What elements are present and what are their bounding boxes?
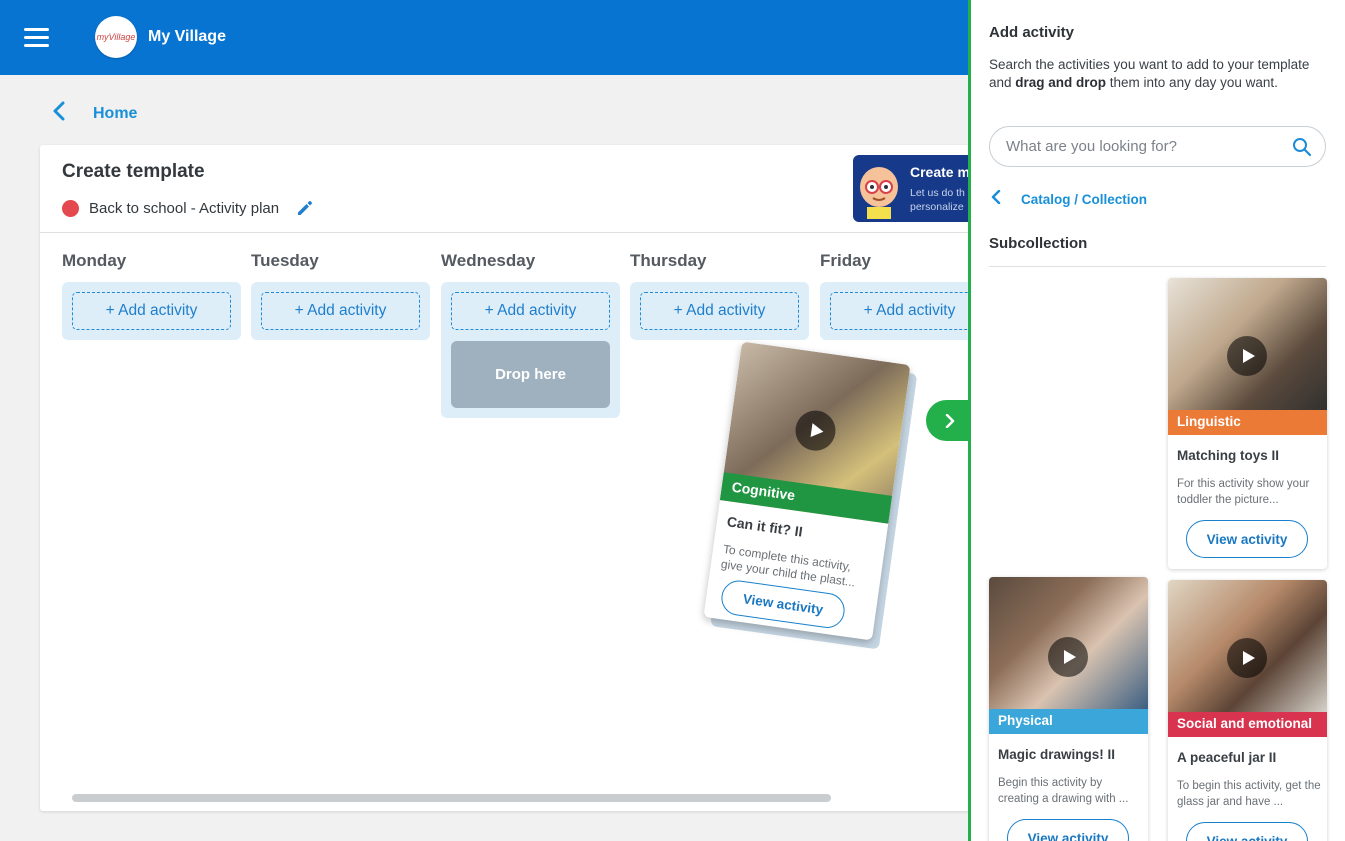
status-dot <box>62 199 79 217</box>
category-tag: Physical <box>989 709 1148 734</box>
add-activity-button[interactable]: + Add activity <box>640 292 799 330</box>
banner-subtitle-line1: Let us do th <box>910 187 965 199</box>
panel-title: Add activity <box>989 24 1075 41</box>
activity-description: To begin this activity, get the glass ja… <box>1177 780 1321 808</box>
chevron-right-icon <box>945 413 955 428</box>
day-heading-thursday: Thursday <box>630 251 707 270</box>
pencil-icon[interactable] <box>295 198 315 218</box>
search-input[interactable] <box>1006 138 1276 155</box>
activity-description: Begin this activity by creating a drawin… <box>998 777 1129 805</box>
view-activity-button[interactable]: View activity <box>1007 819 1129 841</box>
horizontal-scrollbar[interactable] <box>72 794 831 802</box>
drop-zone[interactable]: Drop here <box>451 341 610 408</box>
divider <box>40 232 980 233</box>
day-column-thursday: + Add activity <box>630 282 809 340</box>
top-app-bar: myVillage My Village <box>0 0 970 75</box>
baby-illustration <box>860 167 898 219</box>
view-activity-button[interactable]: View activity <box>1186 520 1308 558</box>
app-logo: myVillage <box>95 16 137 58</box>
back-label: Home <box>93 105 138 122</box>
divider <box>989 266 1326 267</box>
day-heading-wednesday: Wednesday <box>441 251 536 270</box>
banner-subtitle-line2: personalize <box>910 201 964 213</box>
banner-title: Create m <box>910 164 970 180</box>
add-activity-panel: Add activity Search the activities you w… <box>968 0 1345 841</box>
page-title: Create template <box>62 161 205 182</box>
day-heading-friday: Friday <box>820 251 872 270</box>
chevron-left-icon <box>991 189 1011 209</box>
search-box <box>989 126 1326 167</box>
activity-title: Matching toys II <box>1177 448 1280 463</box>
category-tag: Linguistic <box>1168 410 1327 435</box>
play-icon[interactable] <box>1227 638 1267 678</box>
plan-name-row: Back to school - Activity plan <box>62 198 315 218</box>
search-icon[interactable] <box>1292 137 1312 157</box>
activity-title: Magic drawings! II <box>998 747 1116 762</box>
chevron-left-icon <box>52 101 82 127</box>
back-home-link[interactable]: Home <box>52 101 137 127</box>
activity-card[interactable]: Linguistic Matching toys II For this act… <box>1168 278 1327 569</box>
day-column-friday: + Add activity <box>820 282 980 340</box>
view-activity-button[interactable]: View activity <box>1186 822 1308 841</box>
day-column-wednesday: + Add activity Drop here <box>441 282 620 418</box>
activity-card[interactable]: Social and emotional A peaceful jar II T… <box>1168 580 1327 841</box>
category-tag: Social and emotional <box>1168 712 1327 737</box>
activity-description: For this activity show your toddler the … <box>1177 478 1310 506</box>
panel-toggle-button[interactable] <box>926 400 970 441</box>
play-icon[interactable] <box>1048 637 1088 677</box>
breadcrumb-text: Catalog / Collection <box>1021 192 1148 207</box>
panel-description: Search the activities you want to add to… <box>989 56 1329 92</box>
day-heading-tuesday: Tuesday <box>251 251 319 270</box>
activity-title: Can it fit? II <box>725 513 804 540</box>
add-activity-button[interactable]: + Add activity <box>451 292 610 330</box>
activity-title: A peaceful jar II <box>1177 750 1277 765</box>
day-heading-monday: Monday <box>62 251 127 270</box>
breadcrumb[interactable]: Catalog / Collection <box>991 189 1148 209</box>
panel-description-bold: drag and drop <box>1015 75 1107 90</box>
subcollection-heading: Subcollection <box>989 235 1088 252</box>
add-activity-button[interactable]: + Add activity <box>72 292 231 330</box>
panel-description-part2: them into any day you want. <box>1106 75 1278 90</box>
app-title: My Village <box>148 28 226 45</box>
logo-text: myVillage <box>96 32 136 42</box>
play-icon[interactable] <box>1227 336 1267 376</box>
menu-icon[interactable] <box>24 28 49 48</box>
promo-banner[interactable]: Create m Let us do th personalize <box>853 155 980 222</box>
day-column-monday: + Add activity <box>62 282 241 340</box>
activity-card[interactable]: Physical Magic drawings! II Begin this a… <box>989 577 1148 841</box>
add-activity-button[interactable]: + Add activity <box>830 292 980 330</box>
add-activity-button[interactable]: + Add activity <box>261 292 420 330</box>
day-column-tuesday: + Add activity <box>251 282 430 340</box>
banner-subtitle: Let us do th personalize <box>910 186 965 214</box>
plan-name: Back to school - Activity plan <box>89 199 280 217</box>
